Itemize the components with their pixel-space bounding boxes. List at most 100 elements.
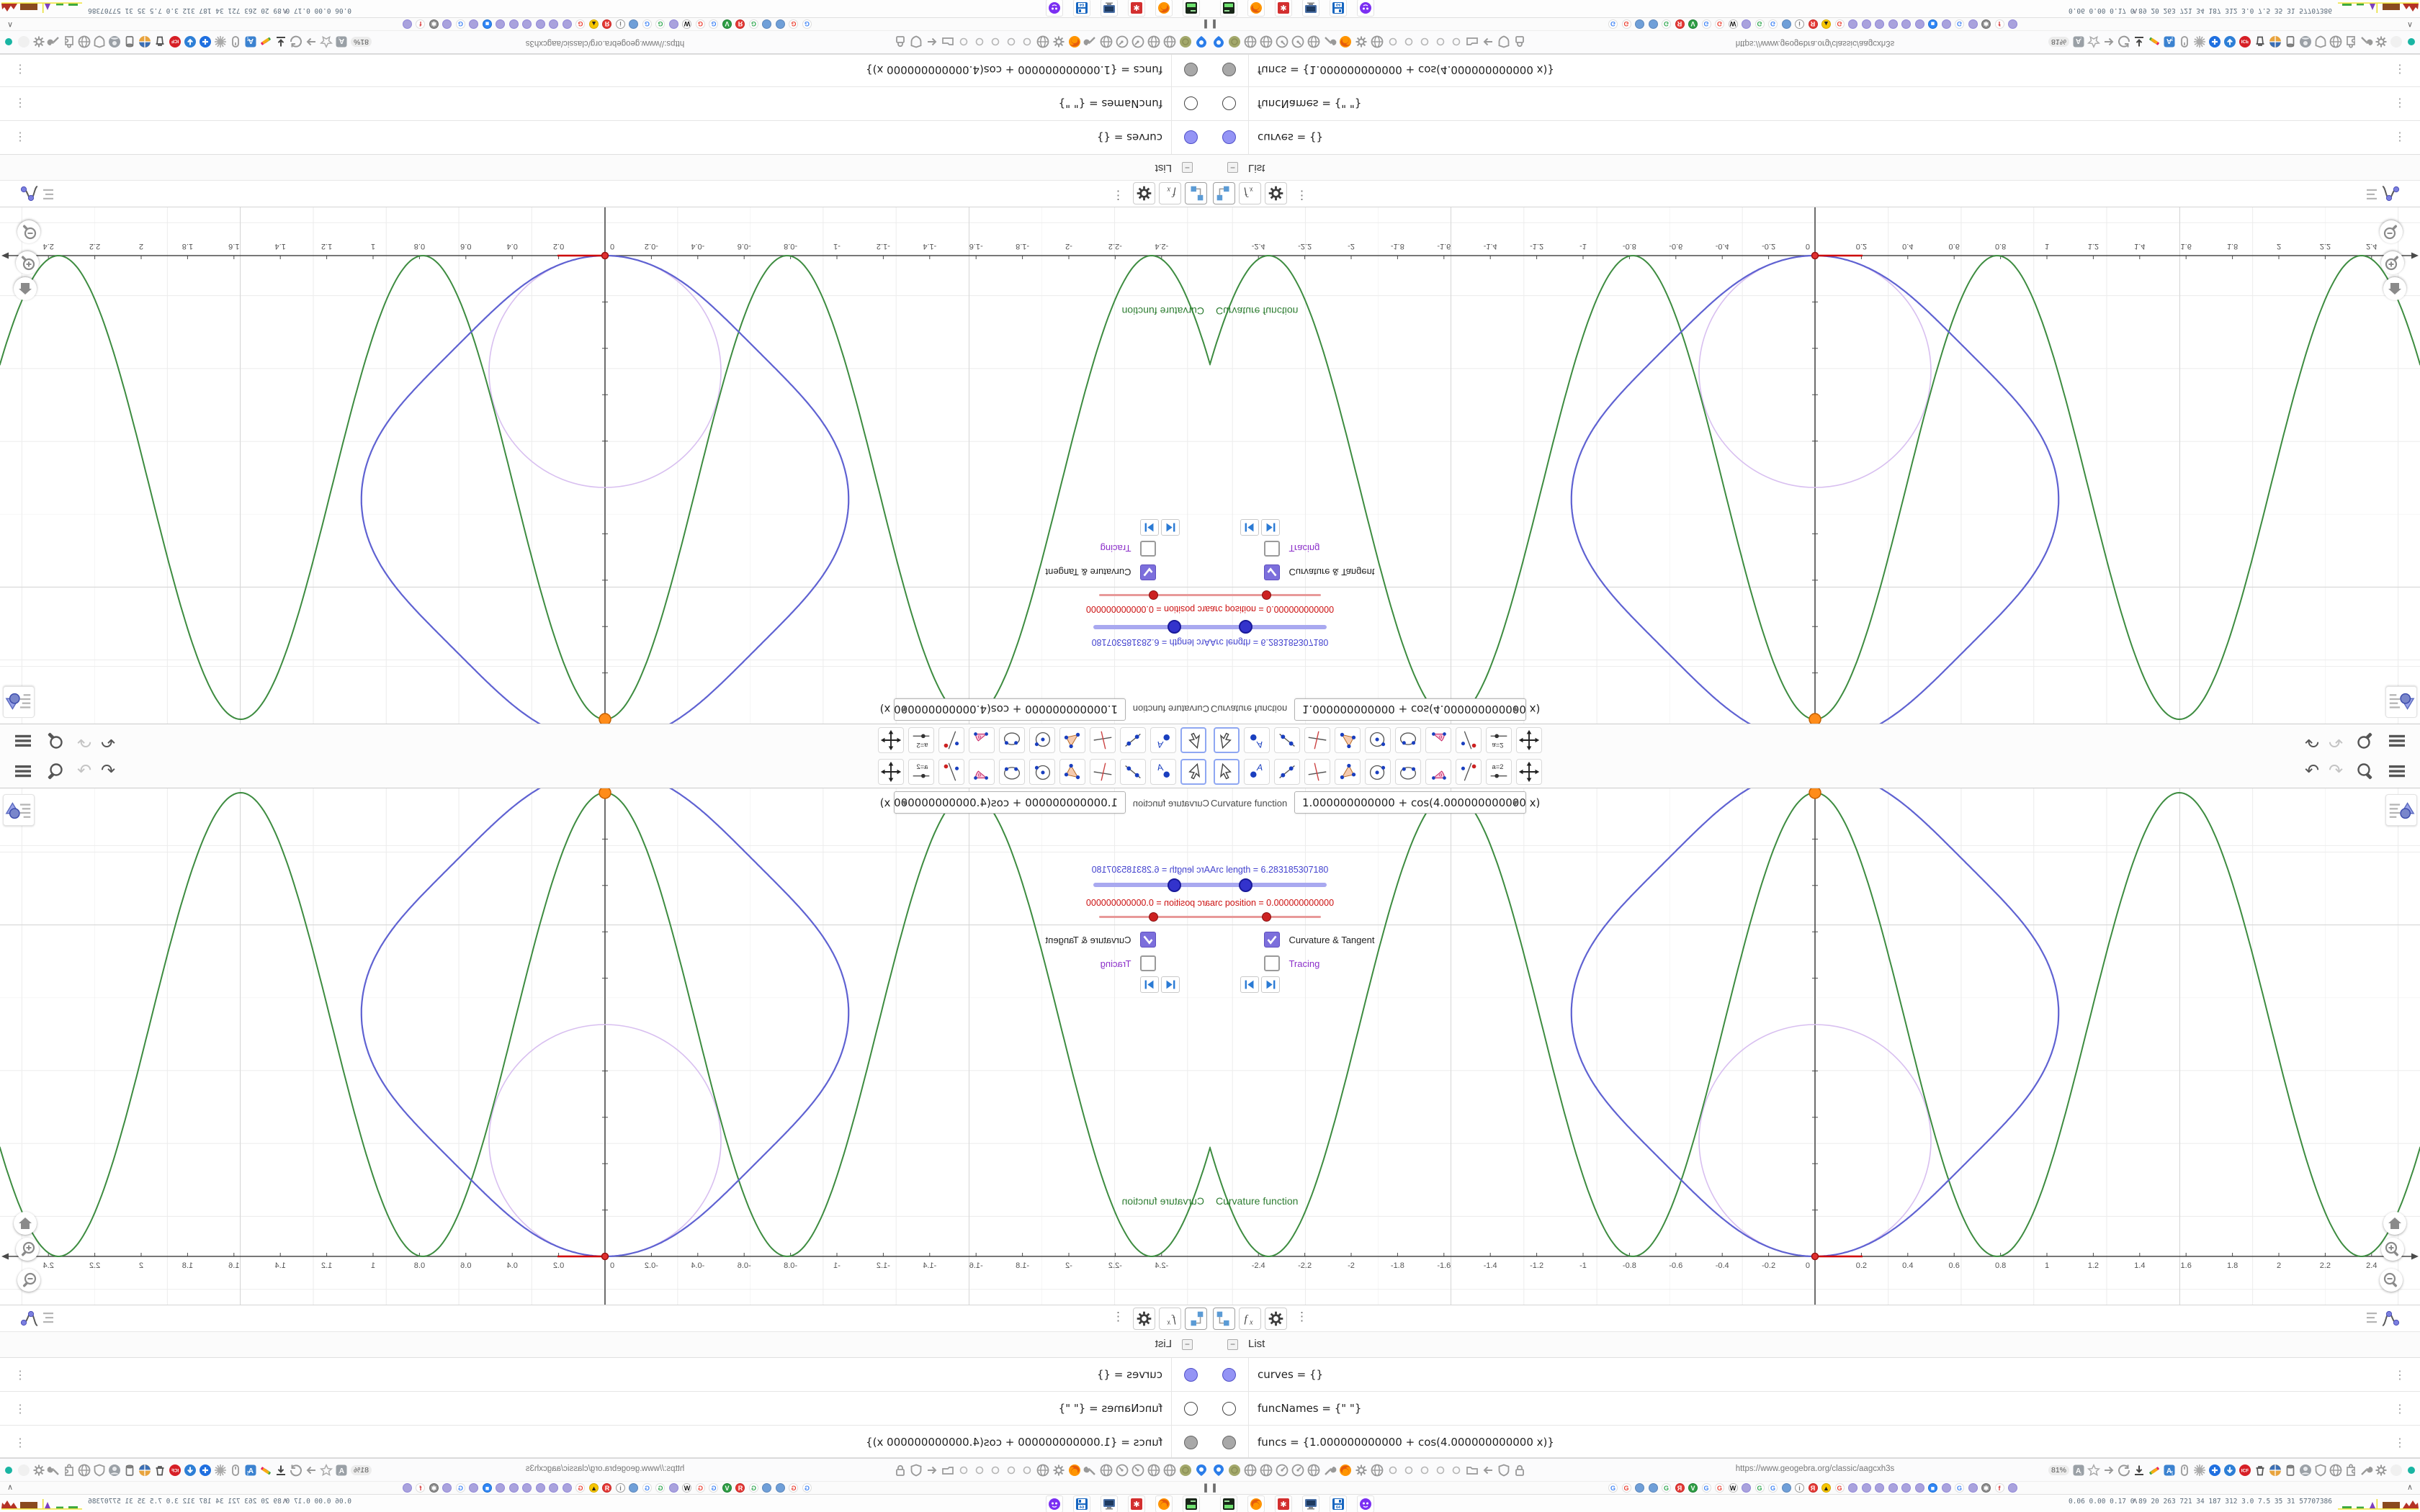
tab-favicon[interactable]: V bbox=[722, 1483, 732, 1493]
tool-circle[interactable] bbox=[1365, 727, 1391, 753]
chevron-down-icon[interactable]: ▼ bbox=[1511, 704, 1520, 714]
tab-favicon[interactable]: G bbox=[655, 19, 666, 29]
taskbar-app-redgear[interactable]: ✱ bbox=[1128, 1495, 1145, 1512]
tab-favicon[interactable]: G bbox=[749, 19, 758, 29]
tab-favicon[interactable] bbox=[509, 19, 519, 29]
avatar-icon[interactable] bbox=[2298, 1463, 2313, 1477]
arc-position-slider-knob[interactable] bbox=[1262, 590, 1271, 600]
green-dot-icon[interactable] bbox=[2404, 1463, 2419, 1477]
graphics-view[interactable]: -2.4 -2.2 -2 -1.8 -1.6 -1.4 -1.2 -1 -0.8 -0.6 -0.4… bbox=[0, 207, 1210, 724]
tab-favicon[interactable]: W bbox=[1728, 19, 1738, 29]
tool-moveview[interactable] bbox=[1516, 727, 1542, 753]
visibility-toggle[interactable] bbox=[1184, 130, 1198, 144]
tab-favicon[interactable]: G bbox=[709, 19, 719, 29]
tab-favicon[interactable] bbox=[442, 19, 452, 29]
globe-color-icon[interactable] bbox=[2268, 35, 2282, 49]
algebra-row[interactable]: funcNames = {" "} ⋮ bbox=[1210, 86, 2420, 120]
tab-favicon[interactable]: G bbox=[802, 19, 812, 29]
curvature-tangent-checkbox[interactable] bbox=[1264, 564, 1280, 580]
tab-favicon[interactable] bbox=[1648, 1483, 1658, 1493]
redo-button[interactable]: ↷ bbox=[74, 761, 94, 781]
tab-favicon[interactable]: ■ bbox=[483, 19, 492, 29]
avatar-icon[interactable] bbox=[107, 35, 122, 49]
tool-point[interactable]: A bbox=[1244, 727, 1270, 753]
tool-point[interactable]: A bbox=[1150, 759, 1176, 785]
download-icon[interactable] bbox=[2132, 35, 2146, 49]
tab-favicon[interactable] bbox=[1875, 19, 1884, 29]
shield-icon[interactable] bbox=[2313, 1463, 2328, 1477]
redo-button[interactable]: ↷ bbox=[74, 731, 94, 751]
tool-slider[interactable]: a=2 bbox=[1486, 727, 1512, 753]
main-menu-button[interactable] bbox=[2387, 731, 2407, 751]
tab-favicon[interactable] bbox=[629, 19, 639, 29]
curvature-tangent-checkbox[interactable] bbox=[1140, 564, 1156, 580]
trash-icon[interactable] bbox=[153, 35, 167, 49]
algebra-fx-button[interactable]: fx bbox=[1159, 1308, 1181, 1330]
tool-perpendicular[interactable] bbox=[1304, 727, 1330, 753]
algebra-row[interactable]: funcNames = {" "} ⋮ bbox=[1210, 1392, 2420, 1426]
tab-favicon[interactable]: ■ bbox=[1928, 19, 1937, 29]
taskbar-app-save64[interactable]: 64 bbox=[1330, 1495, 1347, 1512]
trash-icon[interactable] bbox=[153, 1463, 167, 1477]
chevron-down-icon[interactable]: ▼ bbox=[1511, 798, 1520, 808]
arrow-right-icon[interactable] bbox=[2102, 1463, 2116, 1477]
shield-icon[interactable] bbox=[92, 1463, 107, 1477]
puzzle-icon[interactable] bbox=[2344, 1463, 2358, 1477]
zoom-out-button[interactable] bbox=[17, 1269, 40, 1292]
tab-favicon[interactable] bbox=[496, 1483, 506, 1493]
stylebar-toggle-button[interactable] bbox=[3, 794, 35, 826]
tab-favicon[interactable]: ✱ bbox=[1981, 19, 1991, 29]
tab-favicon[interactable] bbox=[522, 19, 532, 29]
tab-favicon[interactable]: G bbox=[1834, 1483, 1845, 1493]
chevron-up-icon[interactable]: ∧ bbox=[2407, 20, 2413, 30]
wrench-icon[interactable] bbox=[47, 1463, 61, 1477]
tab-favicon[interactable] bbox=[1848, 1483, 1857, 1493]
puzzle-icon[interactable] bbox=[62, 1463, 76, 1477]
visibility-toggle[interactable] bbox=[1184, 96, 1198, 110]
translate-blue-icon[interactable]: A ¶ bbox=[243, 35, 258, 49]
globe-color-icon[interactable] bbox=[138, 1463, 152, 1477]
globe-icon[interactable] bbox=[77, 35, 91, 49]
tool-line[interactable] bbox=[1274, 759, 1300, 785]
translate-blue-icon[interactable]: A ¶ bbox=[243, 1463, 258, 1477]
algebra-style-icon[interactable] bbox=[2365, 182, 2407, 204]
search-button[interactable] bbox=[2355, 731, 2375, 751]
taskbar-app-monitor[interactable] bbox=[1302, 0, 1319, 17]
tool-circle[interactable] bbox=[1029, 727, 1055, 753]
reload-icon[interactable] bbox=[289, 1463, 303, 1477]
zoom-out-button[interactable] bbox=[2380, 220, 2403, 243]
tab-favicon[interactable] bbox=[1901, 1483, 1911, 1493]
tool-circle[interactable] bbox=[1029, 759, 1055, 785]
algebra-row[interactable]: funcs = {1.000000000000 + cos(4.00000000… bbox=[0, 53, 1210, 86]
gear-sun-icon[interactable] bbox=[2192, 35, 2207, 49]
undo-button[interactable]: ↶ bbox=[98, 761, 118, 781]
mouse-icon[interactable] bbox=[2177, 1463, 2192, 1477]
row-menu-icon[interactable]: ⋮ bbox=[2394, 130, 2406, 144]
taskbar-app-purple[interactable] bbox=[1357, 1495, 1374, 1512]
algebra-more-menu[interactable]: ⋮ bbox=[1296, 1310, 1308, 1324]
translate-blue-icon[interactable]: A ¶ bbox=[2162, 35, 2177, 49]
visibility-toggle[interactable] bbox=[1222, 63, 1236, 76]
tab-favicon[interactable] bbox=[1861, 1483, 1871, 1493]
tab-favicon[interactable]: G bbox=[802, 1483, 812, 1493]
taskbar-app-terminal[interactable] bbox=[1183, 1495, 1200, 1512]
tab-favicon[interactable]: G bbox=[1768, 1483, 1778, 1493]
tab-favicon[interactable]: V bbox=[722, 19, 732, 29]
tab-favicon[interactable]: f bbox=[1994, 19, 2004, 29]
tab-favicon[interactable]: G bbox=[1834, 19, 1845, 29]
main-menu-button[interactable] bbox=[13, 731, 33, 751]
green-dot-icon[interactable] bbox=[1, 35, 16, 49]
tab-favicon[interactable]: G bbox=[749, 1483, 758, 1493]
algebra-style-icon[interactable] bbox=[13, 182, 55, 204]
tab-favicon[interactable]: G bbox=[789, 1483, 799, 1493]
taskbar-app-redgear[interactable]: ✱ bbox=[1275, 0, 1292, 17]
taskbar-app-firefox[interactable] bbox=[1247, 1495, 1265, 1512]
tool-angle[interactable]: α bbox=[969, 759, 995, 785]
arc-position-slider-knob[interactable] bbox=[1149, 912, 1158, 922]
plus-blue-icon[interactable] bbox=[198, 1463, 212, 1477]
tab-favicon[interactable] bbox=[496, 19, 506, 29]
translate-gray-icon[interactable]: A ↓ bbox=[334, 35, 349, 49]
redo-button[interactable]: ↷ bbox=[2326, 761, 2346, 781]
globe-icon[interactable] bbox=[77, 1463, 91, 1477]
visibility-toggle[interactable] bbox=[1184, 1436, 1198, 1449]
